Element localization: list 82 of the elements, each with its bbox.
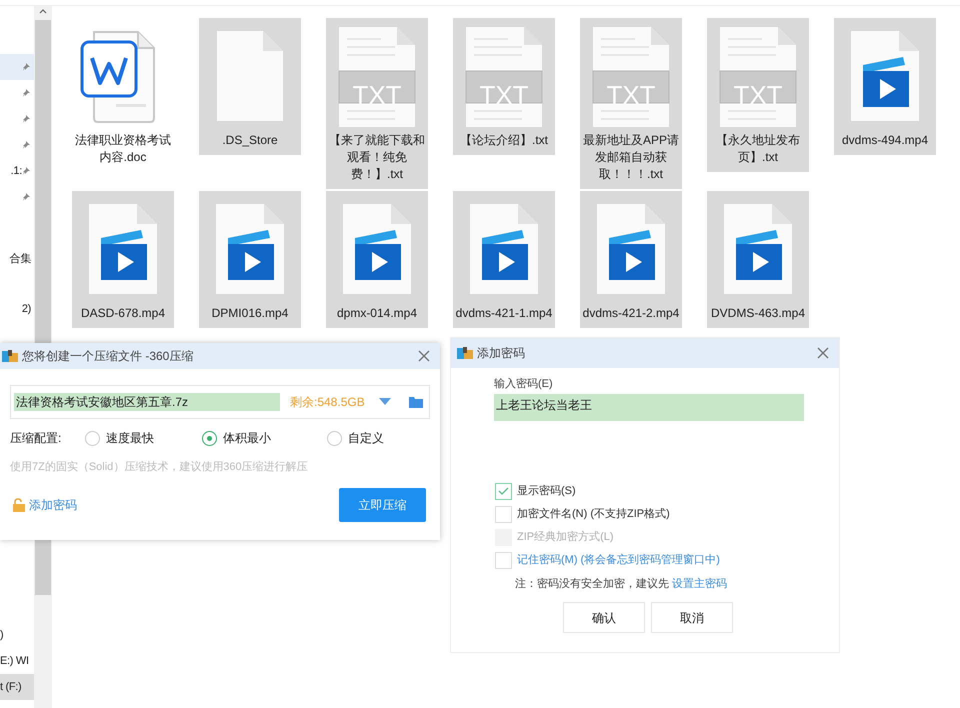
dialog-title: 您将创建一个压缩文件 -360压缩 [22,348,194,365]
file-tile[interactable]: DVDMS-463.mp4 [707,191,809,328]
radio-option[interactable]: 速度最快 [85,429,202,447]
sidebar-item[interactable]: .1: [0,158,34,184]
checkbox-option[interactable]: 加密文件名(N) (不支持ZIP格式) [495,506,839,524]
field-label: 输入密码(E) [494,376,554,392]
file-tile[interactable]: dvdms-421-2.mp4 [580,191,682,328]
dialog-title: 添加密码 [477,345,525,362]
close-icon[interactable] [418,350,430,362]
file-name: dvdms-421-2.mp4 [582,305,680,322]
file-tile[interactable]: dpmx-014.mp4 [326,191,428,328]
close-icon[interactable] [817,347,829,359]
radio-option[interactable]: 体积最小 [202,429,327,447]
file-name: 【永久地址发布页】.txt [715,132,801,166]
file-tile[interactable]: TXT 最新地址及APP请发邮箱自动获取！！！.txt [580,18,682,189]
archive-path-field[interactable]: 法律资格考试安徽地区第五章.7z 剩余:548.5GB [10,385,430,419]
file-tile[interactable]: DASD-678.mp4 [72,191,174,328]
dialog-button[interactable]: 取消 [651,602,733,633]
archive-app-icon [457,346,473,360]
file-tile[interactable]: dvdms-421-1.mp4 [453,191,555,328]
video-file-icon [722,202,794,296]
sidebar-item[interactable]: E:) WI [0,648,34,674]
pin-icon [22,140,31,150]
compression-hint: 使用7Z的固实（Solid）压缩技术，建议使用360压缩进行解压 [9,460,309,475]
file-name: 最新地址及APP请发邮箱自动获取！！！.txt [582,132,680,183]
sidebar-item[interactable]: 2) [0,296,34,322]
check-icon [498,487,509,496]
folder-icon[interactable] [408,396,423,408]
text-file-icon [337,25,417,127]
file-type-label: TXT [732,80,784,110]
free-space-label: 剩余:548.5GB [290,394,365,411]
video-file-icon [214,202,286,296]
file-name: 法律职业资格考试内容.doc [74,132,172,166]
archive-filename: 法律资格考试安徽地区第五章.7z [14,393,280,411]
password-field[interactable]: 上老王论坛当老王 [494,394,804,420]
file-tile[interactable]: dvdms-494.mp4 [834,18,936,155]
radio-option[interactable]: 自定义 [327,429,384,447]
pin-icon [22,192,31,202]
file-name: DPMI016.mp4 [210,305,290,322]
pin-icon [22,166,31,176]
blank-file-icon [215,29,285,123]
file-type-label: TXT [351,80,403,110]
text-file-icon [464,25,544,127]
archive-app-icon [2,349,18,363]
sidebar-item[interactable]: t (F:) [0,674,34,700]
video-file-icon [595,202,667,296]
file-name: dvdms-494.mp4 [840,132,930,149]
scroll-up-icon[interactable] [39,8,47,14]
file-name: DVDMS-463.mp4 [710,305,806,322]
file-name: 【来了就能下载和观看！纯免费！】.txt [328,132,426,183]
security-note: 注：密码没有安全加密，建议先 [515,576,669,592]
file-tile[interactable]: TXT 【永久地址发布页】.txt [707,18,809,172]
file-tile[interactable]: .DS_Store [199,18,301,155]
file-tile[interactable]: DPMI016.mp4 [199,191,301,328]
video-file-icon [468,202,540,296]
file-type-label: TXT [605,80,657,110]
video-file-icon [849,29,921,123]
dropdown-caret-icon[interactable] [378,398,391,406]
checkbox-option[interactable]: 显示密码(S) [495,482,839,500]
video-file-icon [87,202,159,296]
video-file-icon [341,202,413,296]
file-name: 【论坛介绍】.txt [458,132,549,149]
file-tile[interactable]: TXT 【论坛介绍】.txt [453,18,555,155]
sidebar-item[interactable]: ) [0,622,34,648]
checkbox-option: ZIP经典加密方式(L) [495,528,839,546]
file-type-label: TXT [478,80,530,110]
text-file-icon [591,25,671,127]
dialog-button[interactable]: 确认 [563,602,645,633]
sidebar-item[interactable]: 合集 [0,246,34,272]
file-name: DASD-678.mp4 [80,305,166,322]
file-name: dvdms-421-1.mp4 [455,305,553,322]
file-tile[interactable]: TXT 【来了就能下载和观看！纯免费！】.txt [326,18,428,189]
text-file-icon [718,25,798,127]
config-label: 压缩配置: [10,430,62,447]
pin-icon [22,62,31,72]
checkbox-option[interactable]: 记住密码(M) (将会备忘到密码管理窗口中) [495,552,839,570]
lock-icon [12,498,26,512]
pin-icon [22,88,31,98]
file-name: dpmx-014.mp4 [336,305,418,322]
pin-icon [22,114,31,124]
file-name: .DS_Store [221,132,279,149]
sidebar-item[interactable] [0,54,34,80]
